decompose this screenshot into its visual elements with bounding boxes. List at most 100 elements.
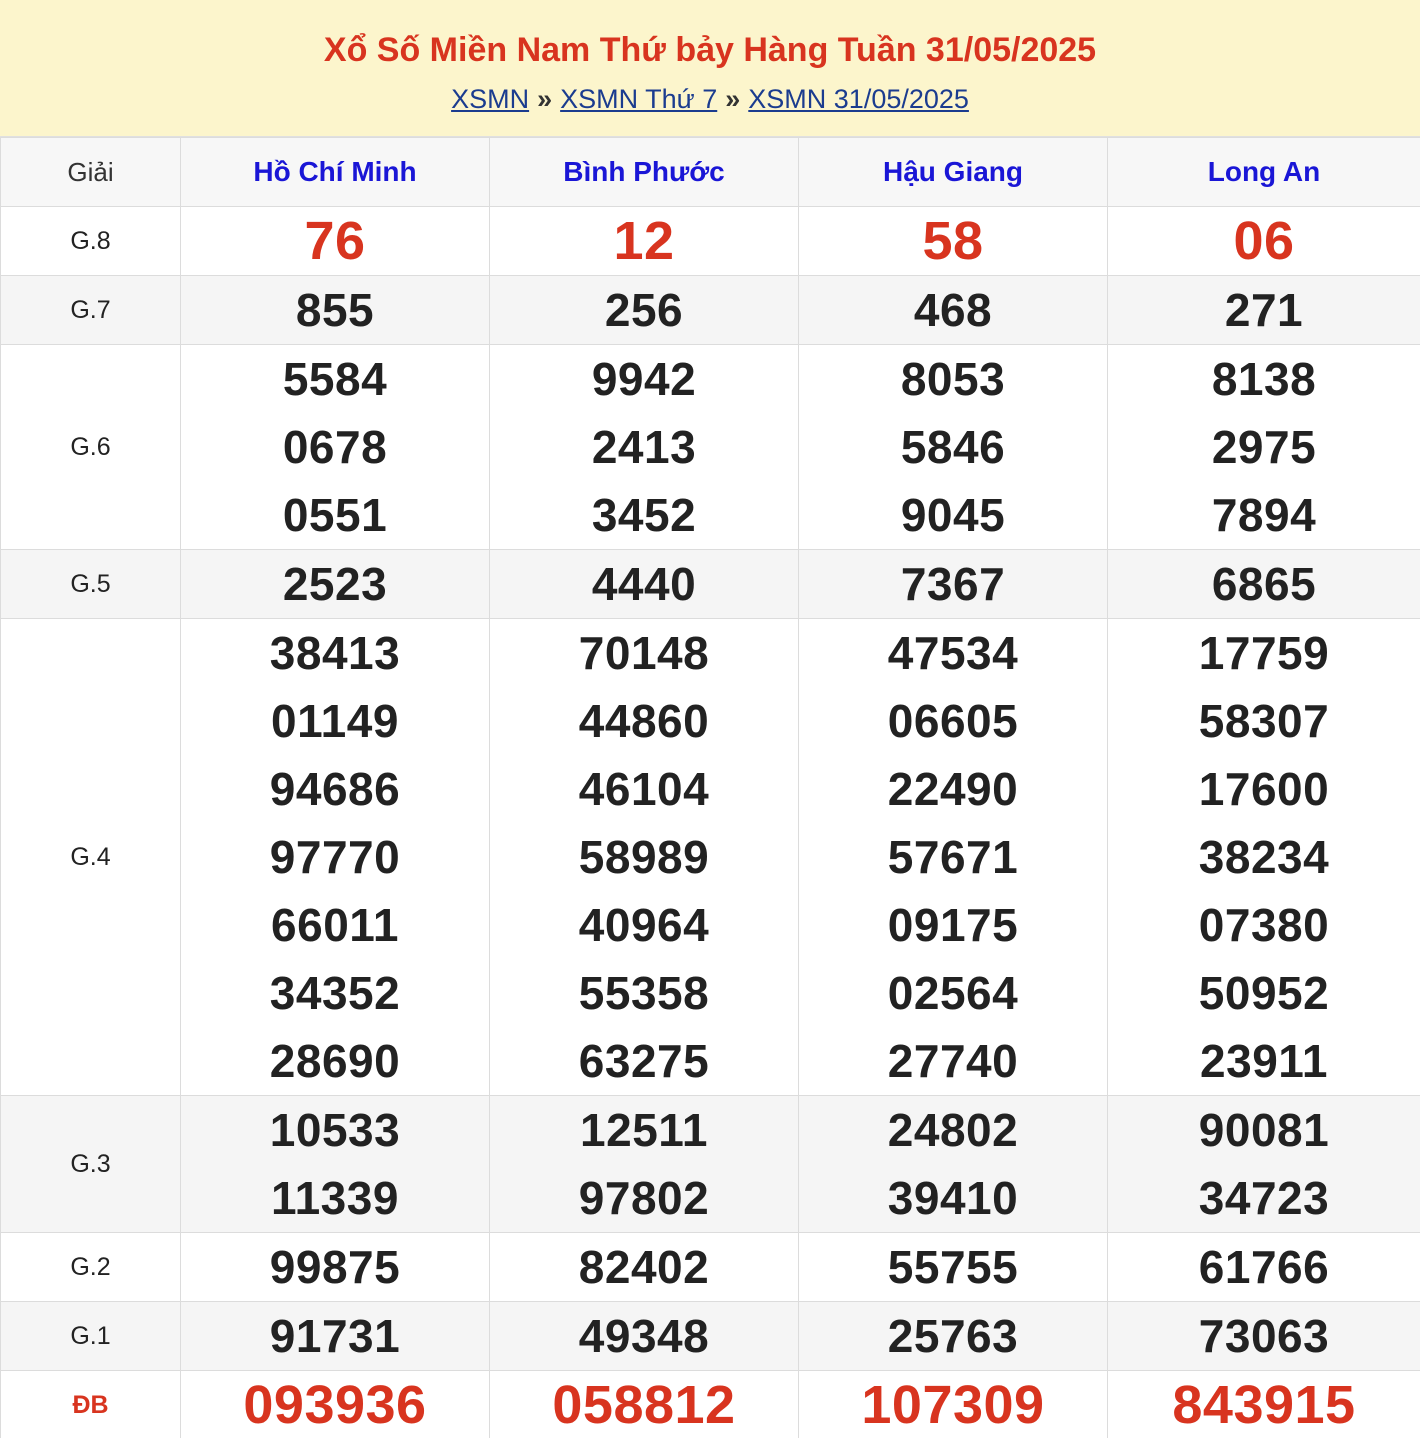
result-number: 55358 [578,967,710,1019]
result-number: 97802 [578,1172,710,1224]
prize-label: G.6 [0,344,181,550]
result-number: 47534 [887,627,1019,679]
result-number: 468 [913,284,993,336]
result-number: 058812 [552,1375,736,1435]
result-cell: 24802 39410 [798,1095,1108,1233]
result-cell: 8138 2975 7894 [1107,344,1420,550]
result-number: 24802 [887,1104,1019,1156]
result-number: 58307 [1198,695,1330,747]
result-number: 55755 [887,1241,1019,1293]
results-body: G.8 76 12 58 06 G.7 855 256 468 271 G.6 5584 0678 055… [0,206,1420,1438]
result-number: 6865 [1211,558,1317,610]
result-number: 0678 [282,421,388,473]
result-cell: 99875 [180,1232,490,1302]
breadcrumb-link-xsmn-date[interactable]: XSMN 31/05/2025 [748,84,969,114]
result-cell: 6865 [1107,549,1420,619]
table-row: G.7 855 256 468 271 [0,275,1420,345]
result-cell: 4440 [489,549,799,619]
result-number: 9045 [900,489,1006,541]
result-cell: 10533 11339 [180,1095,490,1233]
result-cell: 843915 [1107,1370,1420,1438]
result-cell: 058812 [489,1370,799,1438]
prize-label: ĐB [0,1370,181,1438]
result-number: 63275 [578,1035,710,1087]
prize-label: G.3 [0,1095,181,1233]
result-number: 27740 [887,1035,1019,1087]
result-number: 9942 [591,353,697,405]
result-number: 58 [922,211,984,271]
result-number: 5846 [900,421,1006,473]
table-row: G.1 91731 49348 25763 73063 [0,1301,1420,1371]
result-number: 61766 [1198,1241,1330,1293]
result-number: 17600 [1198,763,1330,815]
province-header[interactable]: Hậu Giang [798,137,1108,207]
province-header[interactable]: Long An [1107,137,1420,207]
result-cell: 70148 44860 46104 58989 40964 55358 63275 [489,618,799,1096]
result-number: 44860 [578,695,710,747]
result-number: 94686 [269,763,401,815]
result-number: 57671 [887,831,1019,883]
table-row: ĐB 093936 058812 107309 843915 [0,1370,1420,1438]
result-number: 97770 [269,831,401,883]
breadcrumb-separator: » [537,84,553,114]
breadcrumb-separator: » [725,84,741,114]
result-cell: 47534 06605 22490 57671 09175 02564 27740 [798,618,1108,1096]
result-number: 11339 [271,1172,399,1224]
result-number: 01149 [271,695,399,747]
result-number: 66011 [271,899,399,951]
page-header: Xổ Số Miền Nam Thứ bảy Hàng Tuần 31/05/2… [0,0,1420,137]
result-number: 09175 [887,899,1019,951]
result-number: 25763 [887,1310,1019,1362]
result-number: 58989 [578,831,710,883]
table-row: G.6 5584 0678 0551 9942 2413 3452 8053 5846 9045 8… [0,344,1420,550]
result-number: 17759 [1198,627,1330,679]
prize-label: G.4 [0,618,181,1096]
result-number: 2975 [1211,421,1317,473]
result-cell: 17759 58307 17600 38234 07380 50952 23911 [1107,618,1420,1096]
page-title: Xổ Số Miền Nam Thứ bảy Hàng Tuần 31/05/2… [323,31,1097,69]
result-cell: 9942 2413 3452 [489,344,799,550]
result-number: 99875 [269,1241,401,1293]
breadcrumb-link-xsmn[interactable]: XSMN [451,84,529,114]
result-number: 5584 [282,353,388,405]
province-header[interactable]: Hồ Chí Minh [180,137,490,207]
result-cell: 2523 [180,549,490,619]
result-number: 107309 [861,1375,1045,1435]
result-number: 02564 [887,967,1019,1019]
result-number: 2523 [282,558,388,610]
result-number: 2413 [591,421,697,473]
result-cell: 25763 [798,1301,1108,1371]
result-number: 38413 [269,627,401,679]
table-row: G.8 76 12 58 06 [0,206,1420,276]
result-number: 90081 [1198,1104,1330,1156]
result-cell: 58 [798,206,1108,276]
breadcrumb-link-xsmn-thu-7[interactable]: XSMN Thứ 7 [560,84,717,114]
prize-label: G.8 [0,206,181,276]
result-cell: 38413 01149 94686 97770 66011 34352 28690 [180,618,490,1096]
prize-column-header: Giải [0,137,181,207]
result-number: 256 [604,284,684,336]
result-number: 28690 [269,1035,401,1087]
result-number: 22490 [887,763,1019,815]
result-cell: 61766 [1107,1232,1420,1302]
result-number: 34723 [1198,1172,1330,1224]
result-cell: 12511 97802 [489,1095,799,1233]
result-cell: 256 [489,275,799,345]
result-cell: 90081 34723 [1107,1095,1420,1233]
result-number: 4440 [591,558,697,610]
results-table: Giải Hồ Chí Minh Bình Phước Hậu Giang Lo… [0,137,1420,1438]
result-cell: 5584 0678 0551 [180,344,490,550]
province-header[interactable]: Bình Phước [489,137,799,207]
table-row: G.5 2523 4440 7367 6865 [0,549,1420,619]
result-cell: 91731 [180,1301,490,1371]
result-number: 0551 [282,489,388,541]
result-number: 39410 [887,1172,1019,1224]
result-number: 06605 [887,695,1019,747]
result-number: 3452 [591,489,697,541]
result-cell: 8053 5846 9045 [798,344,1108,550]
result-number: 855 [295,284,375,336]
result-number: 46104 [578,763,710,815]
result-number: 76 [304,211,366,271]
result-number: 07380 [1198,899,1330,951]
result-number: 843915 [1172,1375,1356,1435]
